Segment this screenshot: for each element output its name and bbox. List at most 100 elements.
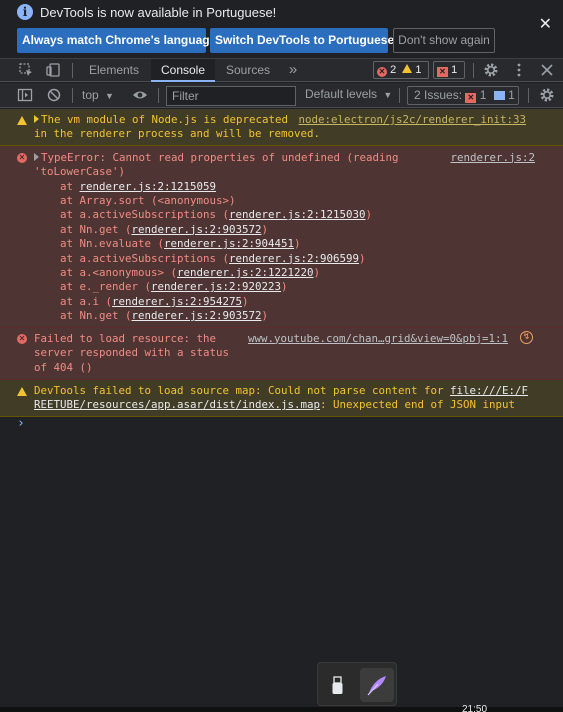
stack-frame-link[interactable]: renderer.js:2:904451 xyxy=(164,237,294,250)
warning-text: DevTools failed to load source map: Coul… xyxy=(34,383,451,397)
context-selector-label: top xyxy=(82,88,99,102)
expand-triangle-icon[interactable] xyxy=(34,152,39,161)
stack-frame: at a.<anonymous> (renderer.js:2:1221220) xyxy=(34,266,555,280)
stack-frame-text: ) xyxy=(365,208,373,222)
console-settings-gear-icon[interactable] xyxy=(539,87,555,103)
stack-frame-link[interactable]: renderer.js:2:1221220 xyxy=(177,266,314,279)
stack-frame: at renderer.js:2:1215059 xyxy=(34,180,555,194)
issues-counter[interactable]: ✕ 1 xyxy=(433,61,465,79)
divider xyxy=(528,88,529,103)
source-map-file-link[interactable]: REETUBE/resources/app.asar/dist/index.js… xyxy=(34,398,320,411)
console-toolbar: top ▼ Filter Default levels ▼ 2 Issues: … xyxy=(0,83,563,108)
device-toolbar-icon[interactable] xyxy=(45,62,61,78)
issues-button[interactable]: 2 Issues: ✕ 1 1 xyxy=(407,86,519,105)
warning-text: The vm module of Node.js is deprecated xyxy=(41,113,289,126)
stack-frame-text: ) xyxy=(359,251,366,265)
console-warning-message[interactable]: DevTools failed to load source map: Coul… xyxy=(0,379,563,417)
warning-text: : Unexpected end of JSON input xyxy=(320,398,516,412)
stack-frame-link[interactable]: renderer.js:2:906599 xyxy=(229,252,359,265)
warning-icon xyxy=(17,116,27,125)
network-request-icon[interactable]: ↯ xyxy=(520,330,533,344)
sidebar-toggle-icon[interactable] xyxy=(17,87,33,103)
stack-frame-link[interactable]: renderer.js:2:903572 xyxy=(132,223,262,236)
stack-frame-link[interactable]: renderer.js:2:1215059 xyxy=(80,180,217,193)
stack-frame: at a.i (renderer.js:2:954275) xyxy=(34,295,555,309)
taskbar-slot-active[interactable] xyxy=(360,668,394,702)
stack-frame-text: at a.i ( xyxy=(60,294,113,308)
console-error-message[interactable]: ✕ TypeError: Cannot read properties of u… xyxy=(0,145,563,328)
stack-frame-text: ) xyxy=(294,237,301,251)
stack-frame: at a.activeSubscriptions (renderer.js:2:… xyxy=(34,252,555,266)
stack-frame-text: ) xyxy=(261,222,269,236)
stack-frame: at Nn.evaluate (renderer.js:2:904451) xyxy=(34,237,555,251)
clear-console-icon[interactable] xyxy=(46,87,62,103)
source-link[interactable]: renderer.js:2 xyxy=(450,151,535,165)
console-warning-message[interactable]: The vm module of Node.js is deprecated n… xyxy=(0,109,563,146)
error-warning-counter[interactable]: ✕ 2 1 xyxy=(373,61,429,79)
error-text-continued: server responded with a status xyxy=(34,346,230,360)
feather-pen-icon xyxy=(367,676,386,696)
divider xyxy=(72,88,73,103)
log-levels-label: Default levels xyxy=(305,87,378,101)
more-options-kebab-icon[interactable] xyxy=(511,62,527,78)
error-count: 2 xyxy=(390,64,397,76)
chevron-down-icon: ▼ xyxy=(383,90,393,100)
clock: 21:50 xyxy=(462,704,488,712)
stack-frame-text: at xyxy=(60,179,80,193)
issues-error-count: 1 xyxy=(479,88,487,102)
issue-error-icon: ✕ xyxy=(437,67,448,77)
console-error-message[interactable]: ✕ Failed to load resource: the www.youtu… xyxy=(0,327,563,380)
devtools-tabbar: Elements Console Sources » ✕ 2 1 ✕ 1 xyxy=(0,58,563,82)
stack-frame: at e._render (renderer.js:2:920223) xyxy=(34,280,555,294)
filter-input[interactable]: Filter xyxy=(166,86,296,106)
stack-frame: at a.activeSubscriptions (renderer.js:2:… xyxy=(34,208,555,222)
stack-frame-link[interactable]: renderer.js:2:920223 xyxy=(151,280,281,293)
tab-console[interactable]: Console xyxy=(151,59,215,82)
close-devtools-icon[interactable] xyxy=(539,62,555,78)
stack-frame-link[interactable]: renderer.js:2:954275 xyxy=(112,295,242,308)
context-selector[interactable]: top ▼ xyxy=(82,88,114,102)
stack-frame-text: at Nn.evaluate ( xyxy=(60,237,165,251)
taskbar-popup xyxy=(317,662,397,706)
language-infobar: i DevTools is now available in Portugues… xyxy=(0,0,563,57)
source-link[interactable]: www.youtube.com/chan…grid&view=0&pbj=1:1 xyxy=(248,332,508,346)
console-prompt-row[interactable]: › xyxy=(0,416,563,437)
tab-elements[interactable]: Elements xyxy=(80,59,148,82)
stack-frame-text: at a.activeSubscriptions ( xyxy=(60,208,230,222)
stack-frame-text: at Array.sort (<anonymous>) xyxy=(60,194,236,208)
settings-gear-icon[interactable] xyxy=(483,62,499,78)
dont-show-again-button[interactable]: Don't show again xyxy=(393,28,495,53)
issues-label: 2 Issues: xyxy=(414,88,463,102)
live-expression-eye-icon[interactable] xyxy=(132,87,148,103)
error-text-continued: 'toLowerCase') xyxy=(34,165,126,179)
divider xyxy=(72,63,73,78)
inspect-element-icon[interactable] xyxy=(18,62,34,78)
stack-frame-link[interactable]: renderer.js:2:1215030 xyxy=(229,208,366,221)
log-levels-dropdown[interactable]: Default levels ▼ xyxy=(305,87,392,101)
stack-frame-text: ) xyxy=(242,294,249,308)
infobar-message: DevTools is now available in Portuguese! xyxy=(40,5,277,20)
source-map-file-link[interactable]: file:///E:/F xyxy=(450,384,528,397)
switch-to-portuguese-button[interactable]: Switch DevTools to Portuguese xyxy=(210,28,394,53)
issues-error-count: 1 xyxy=(451,64,458,76)
warning-icon xyxy=(402,64,413,73)
taskbar-slot[interactable] xyxy=(321,668,355,702)
tab-sources[interactable]: Sources xyxy=(218,59,278,82)
stack-frame-text: at Nn.get ( xyxy=(60,222,132,236)
warning-icon xyxy=(17,386,27,396)
issues-info-count: 1 xyxy=(508,88,515,102)
stack-frame-text: ) xyxy=(313,266,321,280)
always-match-language-button[interactable]: Always match Chrome's language xyxy=(17,28,216,53)
error-icon: ✕ xyxy=(17,152,27,163)
expand-triangle-icon[interactable] xyxy=(34,115,39,123)
error-text: Failed to load resource: the xyxy=(34,331,217,345)
stack-frame-text: at a.<anonymous> ( xyxy=(60,266,178,280)
error-icon: ✕ xyxy=(377,67,387,77)
close-icon[interactable]: ✕ xyxy=(539,17,552,33)
stack-frame: at Nn.get (renderer.js:2:903572) xyxy=(34,223,555,237)
stack-frame-link[interactable]: renderer.js:2:903572 xyxy=(132,309,262,322)
divider xyxy=(473,63,474,78)
usb-drive-icon xyxy=(332,676,343,694)
more-tabs-button[interactable]: » xyxy=(282,59,304,82)
source-link[interactable]: node:electron/js2c/renderer_init:33 xyxy=(299,113,527,126)
